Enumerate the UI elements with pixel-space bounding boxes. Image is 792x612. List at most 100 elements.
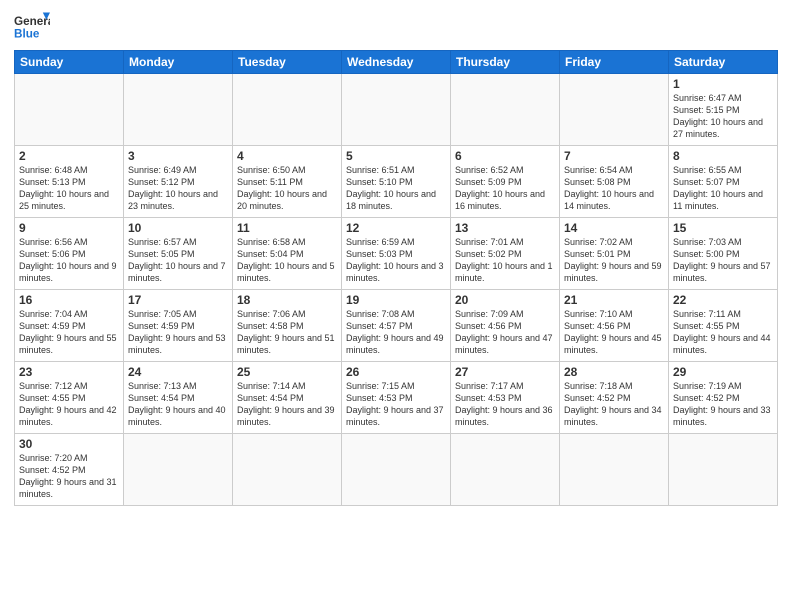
day-number: 18 [237, 293, 337, 307]
day-info: Sunrise: 7:12 AMSunset: 4:55 PMDaylight:… [19, 380, 119, 429]
weekday-header-row: Sunday Monday Tuesday Wednesday Thursday… [15, 51, 778, 74]
table-row: 6Sunrise: 6:52 AMSunset: 5:09 PMDaylight… [451, 146, 560, 218]
day-number: 12 [346, 221, 446, 235]
day-number: 26 [346, 365, 446, 379]
table-row: 17Sunrise: 7:05 AMSunset: 4:59 PMDayligh… [124, 290, 233, 362]
table-row: 15Sunrise: 7:03 AMSunset: 5:00 PMDayligh… [669, 218, 778, 290]
day-number: 11 [237, 221, 337, 235]
table-row [560, 74, 669, 146]
day-info: Sunrise: 7:06 AMSunset: 4:58 PMDaylight:… [237, 308, 337, 357]
day-info: Sunrise: 7:17 AMSunset: 4:53 PMDaylight:… [455, 380, 555, 429]
table-row: 5Sunrise: 6:51 AMSunset: 5:10 PMDaylight… [342, 146, 451, 218]
table-row [451, 74, 560, 146]
svg-text:General: General [14, 15, 50, 28]
day-info: Sunrise: 7:11 AMSunset: 4:55 PMDaylight:… [673, 308, 773, 357]
day-info: Sunrise: 6:54 AMSunset: 5:08 PMDaylight:… [564, 164, 664, 213]
calendar-week-row: 23Sunrise: 7:12 AMSunset: 4:55 PMDayligh… [15, 362, 778, 434]
day-number: 27 [455, 365, 555, 379]
table-row [342, 434, 451, 506]
day-info: Sunrise: 7:13 AMSunset: 4:54 PMDaylight:… [128, 380, 228, 429]
table-row: 26Sunrise: 7:15 AMSunset: 4:53 PMDayligh… [342, 362, 451, 434]
day-info: Sunrise: 7:10 AMSunset: 4:56 PMDaylight:… [564, 308, 664, 357]
day-number: 17 [128, 293, 228, 307]
day-number: 29 [673, 365, 773, 379]
table-row [451, 434, 560, 506]
day-number: 21 [564, 293, 664, 307]
day-info: Sunrise: 6:52 AMSunset: 5:09 PMDaylight:… [455, 164, 555, 213]
day-info: Sunrise: 6:47 AMSunset: 5:15 PMDaylight:… [673, 92, 773, 141]
table-row: 28Sunrise: 7:18 AMSunset: 4:52 PMDayligh… [560, 362, 669, 434]
table-row: 24Sunrise: 7:13 AMSunset: 4:54 PMDayligh… [124, 362, 233, 434]
page: General Blue Sunday Monday Tuesday Wedne… [0, 0, 792, 612]
day-info: Sunrise: 7:09 AMSunset: 4:56 PMDaylight:… [455, 308, 555, 357]
table-row [342, 74, 451, 146]
day-info: Sunrise: 6:50 AMSunset: 5:11 PMDaylight:… [237, 164, 337, 213]
day-info: Sunrise: 6:56 AMSunset: 5:06 PMDaylight:… [19, 236, 119, 285]
day-number: 24 [128, 365, 228, 379]
day-number: 4 [237, 149, 337, 163]
table-row [669, 434, 778, 506]
day-number: 30 [19, 437, 119, 451]
day-info: Sunrise: 7:04 AMSunset: 4:59 PMDaylight:… [19, 308, 119, 357]
table-row: 30Sunrise: 7:20 AMSunset: 4:52 PMDayligh… [15, 434, 124, 506]
calendar-week-row: 1Sunrise: 6:47 AMSunset: 5:15 PMDaylight… [15, 74, 778, 146]
day-info: Sunrise: 7:01 AMSunset: 5:02 PMDaylight:… [455, 236, 555, 285]
table-row: 21Sunrise: 7:10 AMSunset: 4:56 PMDayligh… [560, 290, 669, 362]
table-row: 19Sunrise: 7:08 AMSunset: 4:57 PMDayligh… [342, 290, 451, 362]
table-row: 14Sunrise: 7:02 AMSunset: 5:01 PMDayligh… [560, 218, 669, 290]
table-row: 13Sunrise: 7:01 AMSunset: 5:02 PMDayligh… [451, 218, 560, 290]
table-row: 10Sunrise: 6:57 AMSunset: 5:05 PMDayligh… [124, 218, 233, 290]
day-number: 6 [455, 149, 555, 163]
header-saturday: Saturday [669, 51, 778, 74]
day-number: 13 [455, 221, 555, 235]
day-info: Sunrise: 6:55 AMSunset: 5:07 PMDaylight:… [673, 164, 773, 213]
day-number: 19 [346, 293, 446, 307]
day-number: 15 [673, 221, 773, 235]
svg-text:Blue: Blue [14, 28, 40, 41]
day-info: Sunrise: 7:18 AMSunset: 4:52 PMDaylight:… [564, 380, 664, 429]
day-number: 5 [346, 149, 446, 163]
day-number: 23 [19, 365, 119, 379]
day-info: Sunrise: 7:03 AMSunset: 5:00 PMDaylight:… [673, 236, 773, 285]
day-info: Sunrise: 6:57 AMSunset: 5:05 PMDaylight:… [128, 236, 228, 285]
table-row: 3Sunrise: 6:49 AMSunset: 5:12 PMDaylight… [124, 146, 233, 218]
table-row [124, 434, 233, 506]
table-row: 27Sunrise: 7:17 AMSunset: 4:53 PMDayligh… [451, 362, 560, 434]
day-info: Sunrise: 7:08 AMSunset: 4:57 PMDaylight:… [346, 308, 446, 357]
day-number: 8 [673, 149, 773, 163]
table-row: 2Sunrise: 6:48 AMSunset: 5:13 PMDaylight… [15, 146, 124, 218]
day-number: 22 [673, 293, 773, 307]
day-info: Sunrise: 6:59 AMSunset: 5:03 PMDaylight:… [346, 236, 446, 285]
table-row: 7Sunrise: 6:54 AMSunset: 5:08 PMDaylight… [560, 146, 669, 218]
day-number: 20 [455, 293, 555, 307]
day-info: Sunrise: 7:20 AMSunset: 4:52 PMDaylight:… [19, 452, 119, 501]
table-row [15, 74, 124, 146]
day-info: Sunrise: 6:51 AMSunset: 5:10 PMDaylight:… [346, 164, 446, 213]
table-row: 8Sunrise: 6:55 AMSunset: 5:07 PMDaylight… [669, 146, 778, 218]
table-row: 25Sunrise: 7:14 AMSunset: 4:54 PMDayligh… [233, 362, 342, 434]
header-wednesday: Wednesday [342, 51, 451, 74]
table-row: 29Sunrise: 7:19 AMSunset: 4:52 PMDayligh… [669, 362, 778, 434]
day-number: 9 [19, 221, 119, 235]
table-row: 11Sunrise: 6:58 AMSunset: 5:04 PMDayligh… [233, 218, 342, 290]
day-info: Sunrise: 7:14 AMSunset: 4:54 PMDaylight:… [237, 380, 337, 429]
table-row: 4Sunrise: 6:50 AMSunset: 5:11 PMDaylight… [233, 146, 342, 218]
day-info: Sunrise: 7:05 AMSunset: 4:59 PMDaylight:… [128, 308, 228, 357]
table-row: 9Sunrise: 6:56 AMSunset: 5:06 PMDaylight… [15, 218, 124, 290]
day-info: Sunrise: 7:19 AMSunset: 4:52 PMDaylight:… [673, 380, 773, 429]
day-number: 2 [19, 149, 119, 163]
calendar-week-row: 9Sunrise: 6:56 AMSunset: 5:06 PMDaylight… [15, 218, 778, 290]
calendar-week-row: 16Sunrise: 7:04 AMSunset: 4:59 PMDayligh… [15, 290, 778, 362]
table-row: 16Sunrise: 7:04 AMSunset: 4:59 PMDayligh… [15, 290, 124, 362]
day-info: Sunrise: 7:02 AMSunset: 5:01 PMDaylight:… [564, 236, 664, 285]
calendar-week-row: 2Sunrise: 6:48 AMSunset: 5:13 PMDaylight… [15, 146, 778, 218]
calendar: Sunday Monday Tuesday Wednesday Thursday… [14, 50, 778, 506]
table-row [560, 434, 669, 506]
day-number: 10 [128, 221, 228, 235]
day-number: 28 [564, 365, 664, 379]
table-row: 1Sunrise: 6:47 AMSunset: 5:15 PMDaylight… [669, 74, 778, 146]
table-row: 18Sunrise: 7:06 AMSunset: 4:58 PMDayligh… [233, 290, 342, 362]
calendar-week-row: 30Sunrise: 7:20 AMSunset: 4:52 PMDayligh… [15, 434, 778, 506]
header-sunday: Sunday [15, 51, 124, 74]
header: General Blue [14, 10, 778, 42]
